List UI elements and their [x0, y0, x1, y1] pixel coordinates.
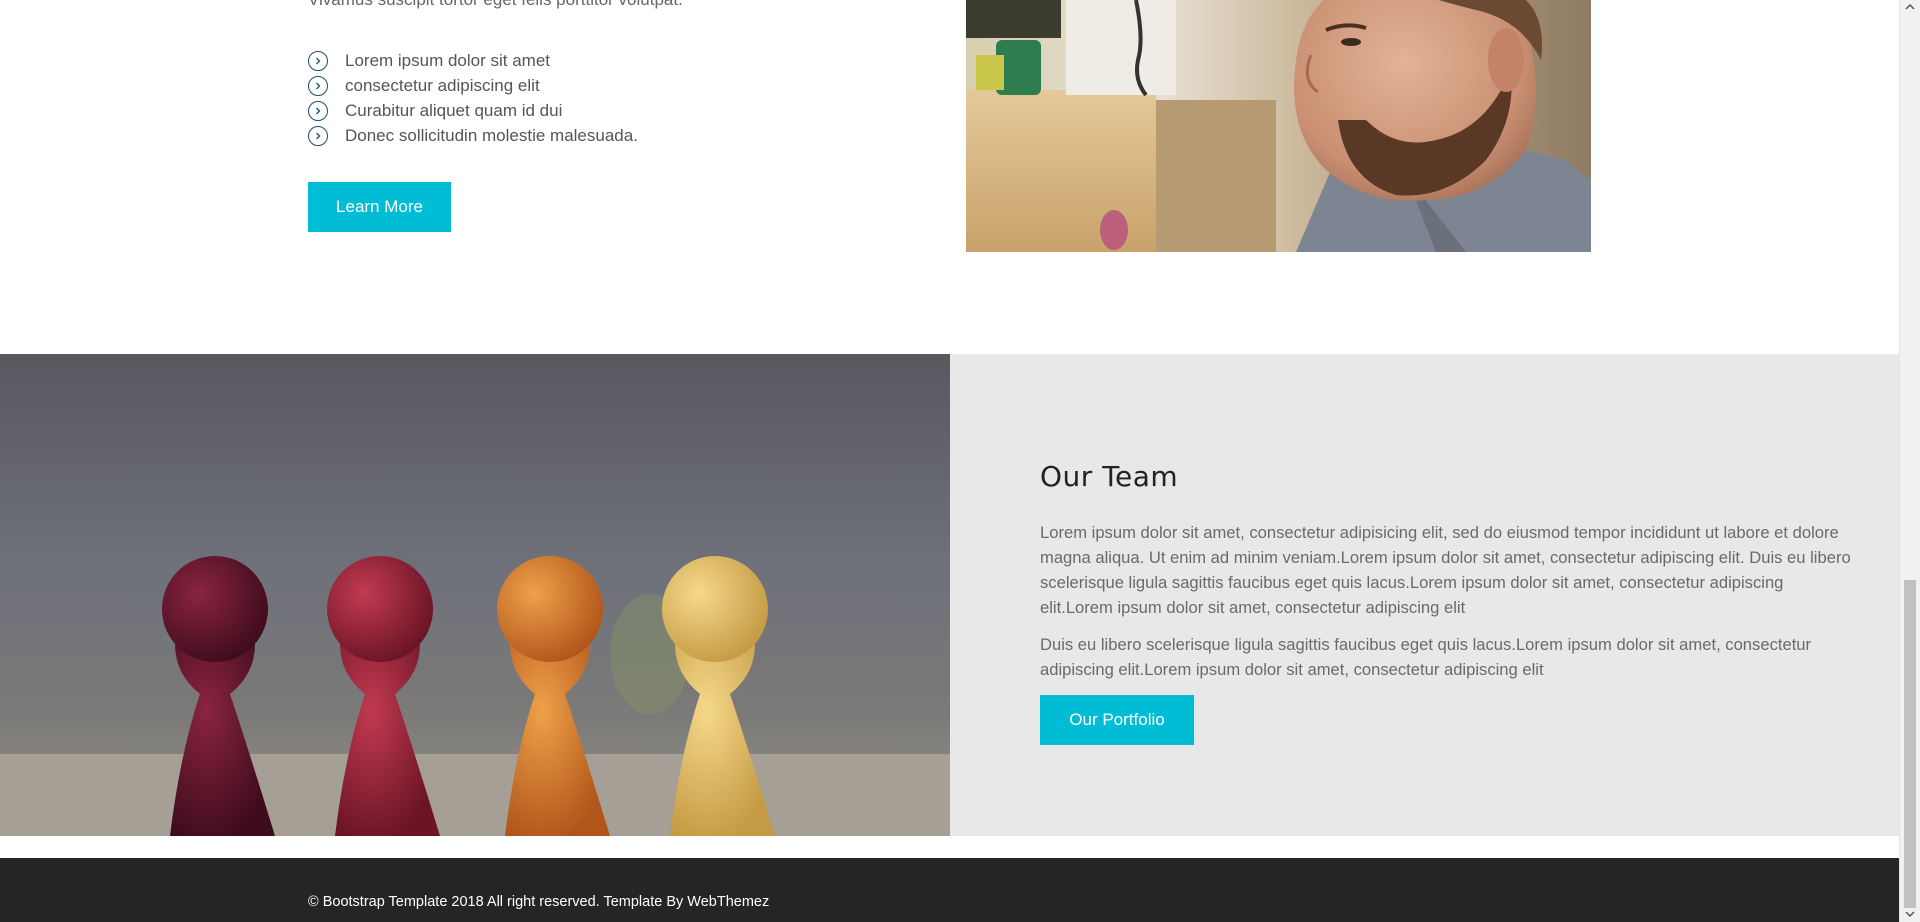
pawns-photo [0, 354, 950, 836]
team-paragraph: Duis eu libero scelerisque ligula sagitt… [1040, 635, 1812, 679]
list-item-label: consectetur adipiscing elit [345, 75, 540, 95]
list-item: Curabitur aliquet quam id dui [308, 98, 638, 123]
about-paragraph: Vivamus suscipit tortor eget felis portt… [308, 0, 683, 10]
footer: © Bootstrap Template 2018 All right rese… [0, 858, 1899, 922]
feature-list: Lorem ipsum dolor sit amet consectetur a… [308, 48, 638, 148]
scroll-up-arrow-icon[interactable] [1905, 3, 1915, 11]
team-title: Our Team [1040, 460, 1179, 493]
scroll-down-arrow-icon[interactable] [1905, 910, 1915, 918]
list-item: Lorem ipsum dolor sit amet [308, 48, 638, 73]
chevron-right-circle-icon [308, 125, 328, 146]
list-item: consectetur adipiscing elit [308, 73, 638, 98]
list-item-label: Lorem ipsum dolor sit amet [345, 50, 551, 70]
list-item-label: Curabitur aliquet quam id dui [345, 100, 563, 120]
our-portfolio-button[interactable]: Our Portfolio [1040, 695, 1194, 745]
list-item: Donec sollicitudin molestie malesuada. [308, 123, 638, 148]
list-item-label: Donec sollicitudin molestie malesuada. [345, 125, 638, 145]
man-photo [966, 0, 1591, 252]
team-paragraph: Lorem ipsum dolor sit amet, consectetur … [1040, 523, 1851, 617]
chevron-right-circle-icon [308, 50, 328, 71]
chevron-right-circle-icon [308, 100, 328, 121]
scrollbar-thumb[interactable] [1904, 580, 1916, 908]
chevron-right-circle-icon [308, 75, 328, 96]
team-section: Our Team Lorem ipsum dolor sit amet, con… [0, 354, 1899, 836]
footer-copyright: © Bootstrap Template 2018 All right rese… [308, 894, 770, 910]
learn-more-button[interactable]: Learn More [308, 182, 451, 232]
vertical-scrollbar[interactable] [1899, 0, 1920, 922]
page: Vivamus suscipit tortor eget felis portt… [0, 0, 1899, 922]
about-section: Vivamus suscipit tortor eget felis portt… [0, 0, 1899, 354]
